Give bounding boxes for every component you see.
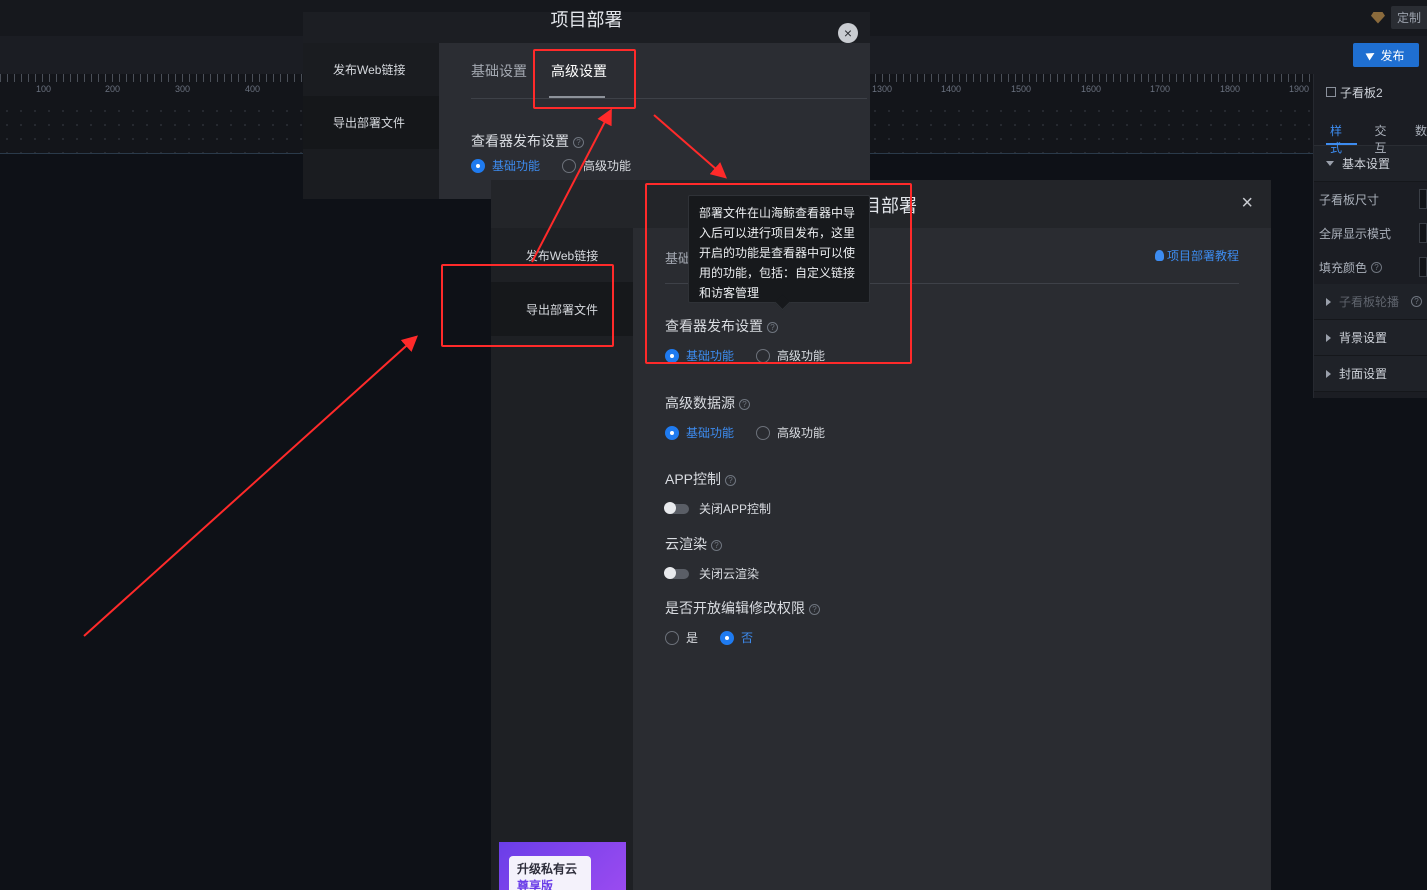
arrow-to-advanced-tab xyxy=(531,108,612,263)
arrow-to-export xyxy=(83,335,418,637)
annotation-arrows xyxy=(83,108,728,637)
arrow-to-viewer-box xyxy=(653,114,728,179)
